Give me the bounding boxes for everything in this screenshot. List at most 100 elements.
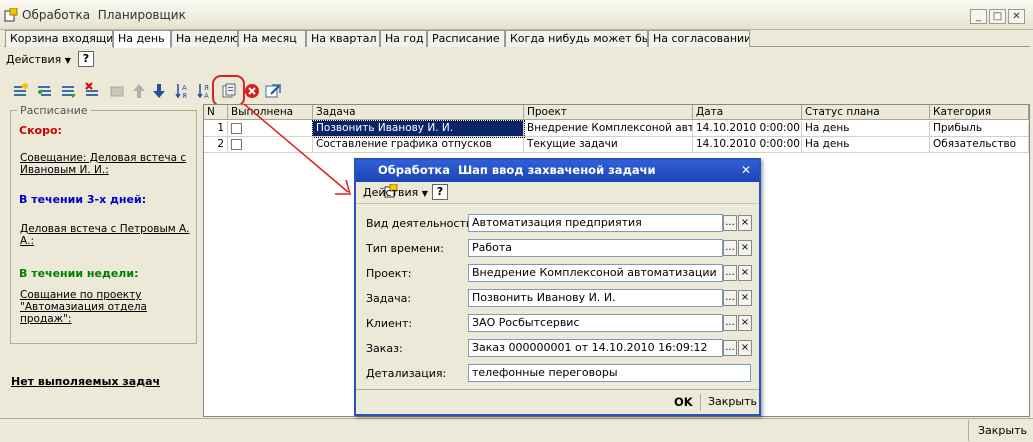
tab-month[interactable]: На месяц — [238, 30, 306, 47]
task-input[interactable]: Позвонить Иванову И. И. — [468, 289, 723, 307]
row-1-date[interactable]: 14.10.2010 0:00:00 — [693, 121, 802, 137]
tab-inbox[interactable]: Корзина входящие — [5, 30, 113, 47]
row-2-project[interactable]: Текущие задачи — [524, 137, 693, 153]
cancel-icon[interactable] — [243, 82, 261, 100]
tab-week[interactable]: На неделю — [171, 30, 238, 47]
task-label: Задача: — [366, 292, 412, 305]
activity-type-label: Вид деятельности: — [366, 217, 477, 230]
dialog-logo-icon — [360, 163, 398, 198]
activity-type-clear-button[interactable]: × — [738, 215, 752, 231]
activity-type-input[interactable]: Автоматизация предприятия — [468, 214, 723, 232]
delete-row-icon[interactable] — [84, 82, 102, 100]
tab-year[interactable]: На год — [380, 30, 427, 47]
row-2-category[interactable]: Обязательство — [930, 137, 1029, 153]
column-header-date[interactable]: Дата — [693, 105, 802, 120]
main-titlebar: Обработка Планировщик _ □ ✕ — [0, 0, 1033, 30]
three-days-header: В течении 3-х дней: — [19, 193, 147, 206]
dialog-actions-label: Действия — [363, 186, 419, 199]
week-item-link[interactable]: Совщание по проекту "Автомазиация отдела… — [20, 289, 190, 325]
row-1-category[interactable]: Прибыль — [930, 121, 1029, 137]
time-type-input[interactable]: Работа — [468, 239, 723, 257]
add-subtask-icon[interactable] — [36, 82, 54, 100]
schedule-panel: Расписание Скоро: Совещание: Деловая вст… — [10, 104, 197, 344]
export-icon[interactable] — [264, 82, 282, 100]
statusbar-close-button[interactable]: Закрыть — [978, 424, 1027, 437]
tab-someday[interactable]: Когда нибудь может быть — [505, 30, 648, 47]
column-header-project[interactable]: Проект — [524, 105, 693, 120]
main-actionbar: Действия ▼ ? — [0, 49, 1033, 71]
chevron-down-icon: ▼ — [64, 56, 71, 65]
svg-text:Я: Я — [182, 92, 187, 100]
project-clear-button[interactable]: × — [738, 265, 752, 281]
client-input[interactable]: ЗАО Росбытсервис — [468, 314, 723, 332]
tab-bar: Корзина входящие На день На неделю На ме… — [4, 30, 1030, 48]
order-label: Заказ: — [366, 342, 403, 355]
row-1-number: 1 — [204, 121, 228, 137]
time-type-pick-button[interactable]: ... — [723, 240, 737, 256]
add-icon[interactable] — [12, 82, 30, 100]
time-type-clear-button[interactable]: × — [738, 240, 752, 256]
details-label: Детализация: — [366, 367, 447, 380]
help-button[interactable]: ? — [78, 51, 94, 67]
soon-item-link[interactable]: Совещание: Деловая встеча с Ивановым И. … — [20, 152, 190, 176]
footer-divider — [700, 394, 701, 411]
window-title: Обработка Планировщик — [22, 8, 186, 22]
svg-text:A: A — [182, 84, 187, 92]
dialog-actions-menu-button[interactable]: Действия ▼ — [363, 186, 428, 199]
task-clear-button[interactable]: × — [738, 290, 752, 306]
move-up-icon[interactable] — [130, 82, 148, 100]
column-header-status[interactable]: Статус плана — [802, 105, 930, 120]
order-pick-button[interactable]: ... — [723, 340, 737, 356]
three-days-item-link[interactable]: Деловая встеча с Петровым А. А.: — [20, 223, 190, 247]
row-2-status[interactable]: На день — [802, 137, 930, 153]
copy-row-icon[interactable] — [60, 82, 78, 100]
project-label: Проект: — [366, 267, 412, 280]
column-header-n[interactable]: N — [204, 105, 228, 120]
client-clear-button[interactable]: × — [738, 315, 752, 331]
dialog-titlebar: Обработка Шап ввод захваченой задачи ✕ — [356, 160, 759, 198]
dialog-close-footer-button[interactable]: Закрыть — [708, 395, 757, 408]
project-input[interactable]: Внедрение Комплексоной автоматизации — [468, 264, 723, 282]
week-header: В течении недели: — [19, 267, 139, 280]
svg-text:Я: Я — [204, 84, 209, 92]
time-type-label: Тип времени: — [366, 242, 444, 255]
client-label: Клиент: — [366, 317, 413, 330]
activity-type-pick-button[interactable]: ... — [723, 215, 737, 231]
tab-quarter[interactable]: На квартал — [306, 30, 380, 47]
row-1-project[interactable]: Внедрение Комплексоной авт... — [524, 121, 693, 137]
task-pick-button[interactable]: ... — [723, 290, 737, 306]
column-header-category[interactable]: Категория — [930, 105, 1029, 120]
maximize-button[interactable]: □ — [989, 9, 1006, 24]
chevron-down-icon: ▼ — [421, 189, 428, 198]
actions-menu-button[interactable]: Действия ▼ — [6, 53, 71, 66]
ok-button[interactable]: OK — [674, 395, 693, 409]
soon-header: Скоро: — [19, 124, 62, 137]
app-logo-icon — [4, 7, 18, 22]
close-button[interactable]: ✕ — [1008, 9, 1025, 24]
dialog-title: Обработка Шап ввод захваченой задачи — [378, 163, 656, 177]
order-input[interactable]: Заказ 000000001 от 14.10.2010 16:09:12 — [468, 339, 723, 357]
tab-schedule[interactable]: Расписание — [427, 30, 505, 47]
tab-approval[interactable]: На согласовании — [648, 30, 750, 47]
details-input[interactable]: телефонные переговоры — [468, 364, 751, 382]
statusbar-divider — [968, 420, 969, 441]
no-tasks-link[interactable]: Нет выполяемых задач — [11, 375, 160, 388]
minimize-button[interactable]: _ — [970, 9, 987, 24]
order-clear-button[interactable]: × — [738, 340, 752, 356]
project-pick-button[interactable]: ... — [723, 265, 737, 281]
dialog-footer: OK Закрыть — [356, 389, 759, 414]
dialog-help-button[interactable]: ? — [432, 184, 448, 200]
dialog-actionbar: Действия ▼ ? — [356, 182, 759, 204]
row-2-date[interactable]: 14.10.2010 0:00:00 — [693, 137, 802, 153]
move-down-icon[interactable] — [150, 82, 168, 100]
tab-day[interactable]: На день — [113, 30, 171, 48]
actions-menu-label: Действия — [6, 53, 62, 66]
statusbar: Закрыть — [0, 418, 1033, 442]
capture-task-dialog: Обработка Шап ввод захваченой задачи ✕ Д… — [354, 158, 761, 416]
client-pick-button[interactable]: ... — [723, 315, 737, 331]
sort-asc-icon[interactable]: AЯ — [174, 82, 192, 100]
schedule-legend: Расписание — [17, 104, 91, 117]
dialog-close-button[interactable]: ✕ — [741, 160, 751, 181]
svg-text:A: A — [204, 92, 209, 100]
row-1-status[interactable]: На день — [802, 121, 930, 137]
